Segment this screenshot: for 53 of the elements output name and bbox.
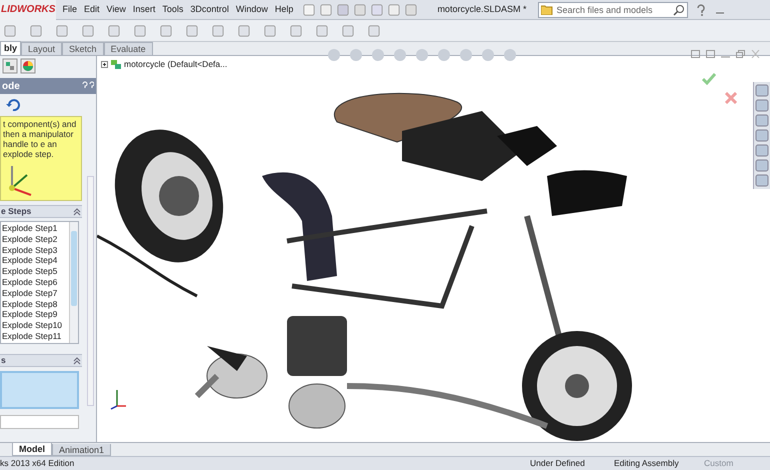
menu-item[interactable]: File — [62, 2, 77, 16]
command-tab[interactable]: Layout — [21, 42, 62, 55]
search-icon[interactable] — [673, 4, 686, 16]
help-icon[interactable] — [80, 81, 94, 91]
assembly-icon — [110, 58, 122, 70]
confirm-icon[interactable] — [702, 73, 716, 85]
panel-scrollbar[interactable] — [87, 176, 94, 406]
selection-box[interactable] — [0, 371, 79, 409]
collapse-icon[interactable] — [73, 208, 81, 216]
close-icon[interactable] — [751, 50, 760, 58]
menu-item[interactable]: 3Dcontrol — [190, 2, 229, 16]
appearance-icon[interactable] — [20, 58, 36, 74]
menu-item[interactable]: Tools — [162, 2, 184, 16]
collapse-icon[interactable] — [73, 356, 81, 364]
message-text: t component(s) and then a manipulator handle to e an explode step. — [3, 119, 78, 159]
status-text: ks 2013 x64 Edition — [0, 457, 76, 470]
expand-icon[interactable] — [101, 60, 108, 68]
list-item[interactable]: Explode Step11 — [2, 330, 69, 342]
status-text: Under Defined — [530, 457, 586, 470]
section-header: s — [1, 354, 6, 367]
cancel-icon[interactable] — [725, 92, 737, 104]
list-item[interactable]: Explode Step5 — [2, 266, 69, 277]
list-item[interactable]: Explode Step7 — [2, 288, 69, 299]
menu-item[interactable]: Window — [236, 2, 268, 16]
app-logo: LIDWORKS — [0, 0, 56, 20]
search-field[interactable]: Search files and models — [538, 2, 688, 18]
restore-icon[interactable] — [736, 50, 745, 58]
list-item[interactable]: Explode Step2 — [2, 234, 69, 245]
command-tab[interactable]: bly — [0, 41, 22, 55]
command-tab[interactable]: Evaluate — [104, 42, 153, 55]
list-item[interactable]: Explode Step6 — [2, 276, 69, 288]
document-title: motorcycle.SLDASM * — [437, 2, 526, 16]
menu-item[interactable]: Edit — [84, 2, 100, 16]
help-icon[interactable] — [696, 4, 706, 16]
tree-root-label[interactable]: motorcycle (Default<Defa... — [124, 58, 228, 71]
list-item[interactable]: Explode Step8 — [2, 298, 69, 310]
list-item[interactable]: Explode Step3 — [2, 244, 69, 256]
menu-item[interactable]: Help — [274, 2, 294, 16]
scrollbar[interactable] — [69, 222, 78, 343]
status-text: Editing Assembly — [614, 457, 680, 470]
list-item[interactable]: Explode Step4 — [2, 255, 69, 266]
list-item[interactable]: Explode Step9 — [2, 309, 69, 320]
menu-item[interactable]: Insert — [132, 2, 156, 16]
command-tab[interactable]: Sketch — [62, 42, 104, 55]
section-header: e Steps — [1, 205, 32, 218]
panel-title: ode — [2, 80, 20, 94]
model-tab[interactable]: Animation1 — [52, 444, 112, 456]
input-field[interactable] — [0, 415, 79, 429]
model-tab[interactable]: Model — [12, 443, 52, 456]
list-item[interactable]: Explode Step10 — [2, 320, 69, 331]
list-item[interactable]: Explode Step1 — [2, 223, 69, 234]
menu-item[interactable]: View — [106, 2, 126, 16]
component-tree-icon[interactable] — [2, 58, 18, 74]
